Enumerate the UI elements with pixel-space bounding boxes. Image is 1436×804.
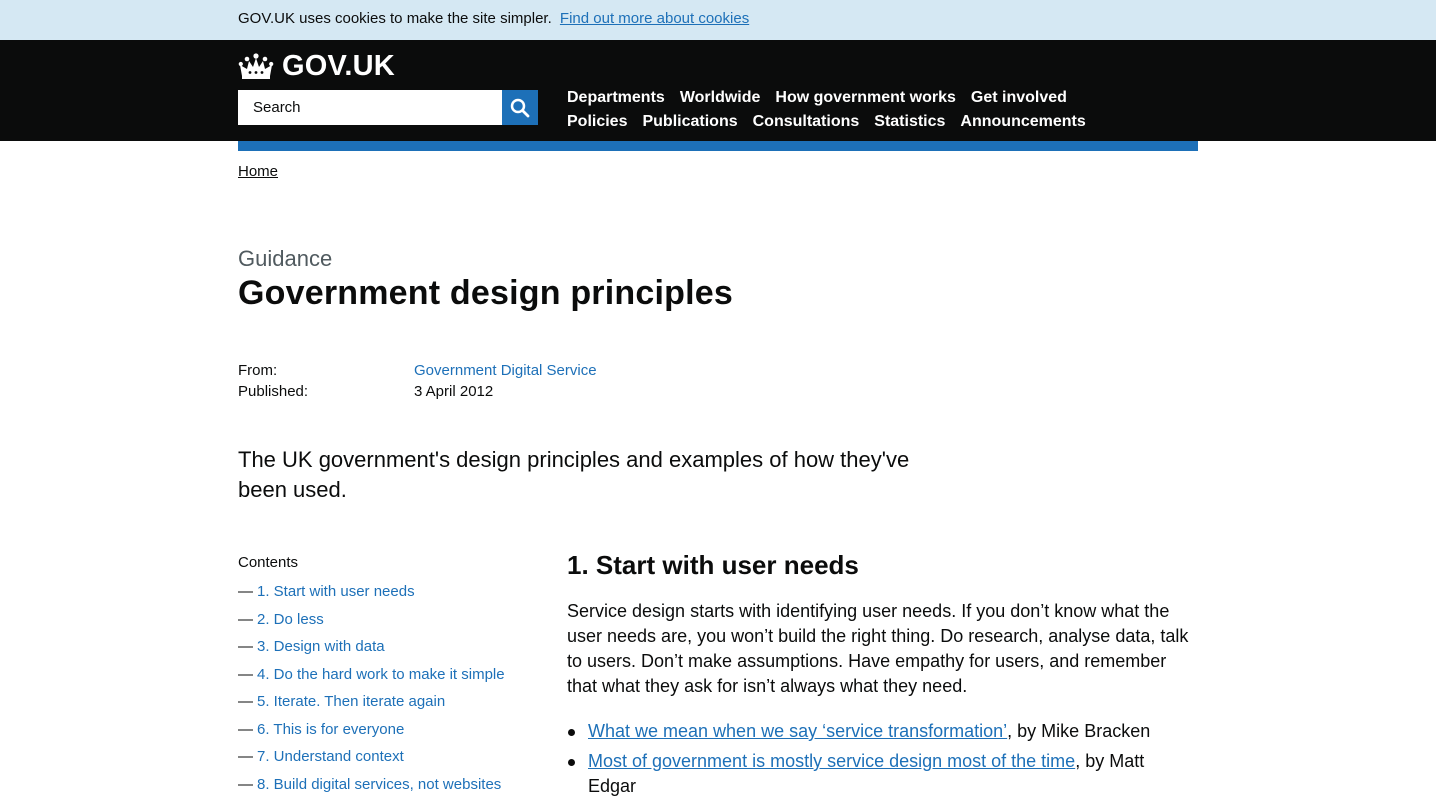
organisation-link[interactable]: Government Digital Service <box>414 362 597 379</box>
contents-dash: — <box>238 583 253 600</box>
search-input[interactable] <box>238 90 502 125</box>
cookie-info-link[interactable]: Find out more about cookies <box>560 10 749 27</box>
reference-link-1[interactable]: What we mean when we say ‘service transf… <box>588 721 1007 741</box>
nav-worldwide[interactable]: Worldwide <box>680 89 761 107</box>
contents-link-3[interactable]: 3. Design with data <box>257 638 385 655</box>
contents-item: —6. This is for everyone <box>238 720 505 748</box>
contents-item: —5. Iterate. Then iterate again <box>238 692 505 720</box>
govuk-logo-link[interactable]: GOV.UK <box>238 50 395 82</box>
contents-item: —3. Design with data <box>238 637 505 665</box>
contents-dash: — <box>238 638 253 655</box>
contents-link-4[interactable]: 4. Do the hard work to make it simple <box>257 666 505 683</box>
reference-item: What we mean when we say ‘service transf… <box>567 719 1177 744</box>
metadata: From: Government Digital Service Publish… <box>238 360 597 402</box>
section-heading: 1. Start with user needs <box>567 550 859 580</box>
reference-author-1: , by Mike Bracken <box>1007 721 1151 741</box>
cookie-banner: GOV.UK uses cookies to make the site sim… <box>0 0 1436 40</box>
reference-item: Most of government is mostly service des… <box>567 749 1177 799</box>
nav-publications[interactable]: Publications <box>642 113 737 131</box>
contents-list: —1. Start with user needs —2. Do less —3… <box>238 582 505 802</box>
contents-link-6[interactable]: 6. This is for everyone <box>257 721 404 738</box>
page-title: Government design principles <box>238 274 733 312</box>
search-button[interactable] <box>502 90 538 125</box>
nav-get-involved[interactable]: Get involved <box>971 89 1067 107</box>
nav-row-primary: Departments Worldwide How government wor… <box>567 86 1187 110</box>
nav-policies[interactable]: Policies <box>567 113 627 131</box>
published-date: 3 April 2012 <box>414 383 494 400</box>
contents-item: —2. Do less <box>238 610 505 638</box>
nav-how-government-works[interactable]: How government works <box>775 89 955 107</box>
meta-from-row: From: Government Digital Service <box>238 360 597 381</box>
site-header: GOV.UK Departments Worldwide How governm… <box>0 40 1436 141</box>
nav-departments[interactable]: Departments <box>567 89 665 107</box>
logo-text: GOV.UK <box>282 50 395 82</box>
contents-item: —4. Do the hard work to make it simple <box>238 665 505 693</box>
from-label: From: <box>238 362 278 379</box>
contents-item: —7. Understand context <box>238 747 505 775</box>
contents-link-5[interactable]: 5. Iterate. Then iterate again <box>257 693 445 710</box>
cookie-message: GOV.UK uses cookies to make the site sim… <box>238 10 749 28</box>
header-accent-bar <box>238 141 1198 151</box>
breadcrumb-home-link[interactable]: Home <box>238 163 278 180</box>
contents-dash: — <box>238 775 253 793</box>
meta-published-row: Published: 3 April 2012 <box>238 381 597 402</box>
contents-link-7[interactable]: 7. Understand context <box>257 748 404 765</box>
reference-link-2[interactable]: Most of government is mostly service des… <box>588 751 1075 771</box>
contents-dash: — <box>238 610 253 628</box>
contents-link-1[interactable]: 1. Start with user needs <box>257 583 415 600</box>
search-icon <box>510 98 530 117</box>
nav-announcements[interactable]: Announcements <box>960 113 1085 131</box>
document-type: Guidance <box>238 246 333 271</box>
contents-item: —1. Start with user needs <box>238 582 505 610</box>
contents-dash: — <box>238 748 253 765</box>
contents-link-8[interactable]: 8. Build digital services, not websites <box>257 776 501 793</box>
contents-link-2[interactable]: 2. Do less <box>257 611 324 628</box>
cookie-text: GOV.UK uses cookies to make the site sim… <box>238 10 552 27</box>
published-label: Published: <box>238 383 309 400</box>
breadcrumb: Home <box>238 163 278 181</box>
nav-consultations[interactable]: Consultations <box>753 113 860 131</box>
nav-statistics[interactable]: Statistics <box>874 113 945 131</box>
crown-icon <box>238 53 274 79</box>
contents-dash: — <box>238 720 253 738</box>
contents-dash: — <box>238 665 253 683</box>
main-navigation: Departments Worldwide How government wor… <box>567 86 1187 134</box>
reference-list: What we mean when we say ‘service transf… <box>567 719 1177 804</box>
section-body: Service design starts with identifying u… <box>567 601 1189 696</box>
contents-item: —8. Build digital services, not websites <box>238 775 505 803</box>
nav-row-secondary: Policies Publications Consultations Stat… <box>567 110 1187 134</box>
contents-dash: — <box>238 693 253 710</box>
lead-paragraph: The UK government's design principles an… <box>238 447 910 502</box>
contents-heading: Contents <box>238 554 299 571</box>
